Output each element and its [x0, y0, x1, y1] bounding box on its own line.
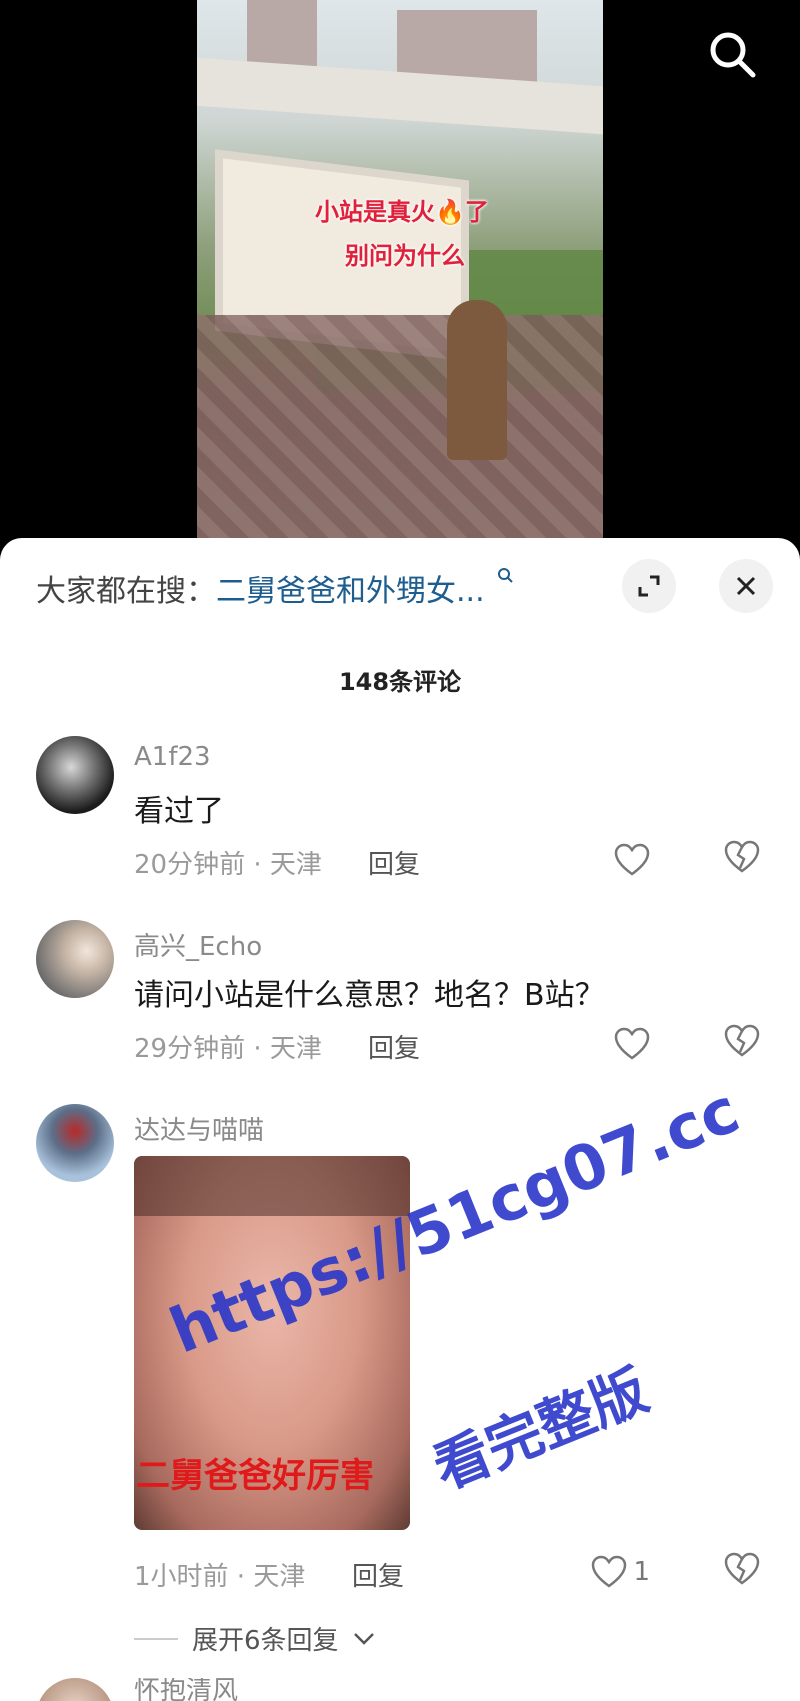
expand-fullscreen-button[interactable] — [622, 559, 676, 613]
close-button[interactable] — [719, 559, 773, 613]
comment-time-location: 29分钟前 · 天津 — [134, 1034, 322, 1064]
reply-button[interactable]: 回复 — [368, 1028, 420, 1065]
broken-heart-icon — [724, 1024, 760, 1057]
search-suggestion-keyword[interactable]: 二舅爸爸和外甥女... — [216, 574, 485, 609]
like-button[interactable]: 1 — [591, 1552, 650, 1592]
close-icon — [736, 576, 756, 596]
person — [447, 300, 507, 460]
chevron-down-icon — [353, 1632, 374, 1645]
dislike-button[interactable] — [724, 840, 760, 880]
comment-item: 达达与喵喵 二舅爸爸好厉害 1小时前 · 天津 回复 1 展开6条回复 — [0, 1104, 800, 1664]
heart-icon — [614, 1027, 650, 1060]
broken-heart-icon — [724, 1552, 760, 1585]
divider-line — [134, 1637, 178, 1640]
expand-replies-label: 展开6条回复 — [192, 1626, 339, 1656]
video-player[interactable]: 小站是真火🔥了 别问为什么 — [0, 0, 800, 545]
small-search-icon — [498, 568, 513, 583]
search-suggestion[interactable]: 大家都在搜：二舅爸爸和外甥女... — [36, 566, 516, 610]
comment-item: 高兴_Echo 请问小站是什么意思？地名？B站？ 29分钟前 · 天津 回复 — [0, 920, 800, 1080]
video-overlay-line2: 别问为什么 — [345, 242, 465, 270]
dislike-button[interactable] — [724, 1024, 760, 1064]
sidewalk — [197, 315, 603, 545]
heart-icon — [592, 1555, 627, 1588]
comment-username[interactable]: 高兴_Echo — [134, 926, 262, 963]
avatar[interactable] — [36, 920, 114, 998]
comment-text: 请问小站是什么意思？地名？B站？ — [134, 978, 605, 1013]
like-button[interactable] — [614, 840, 650, 880]
comment-item: 怀抱清风 — [0, 1678, 800, 1701]
comment-image[interactable]: 二舅爸爸好厉害 — [134, 1156, 410, 1530]
heart-icon — [614, 843, 650, 876]
comment-username[interactable]: 达达与喵喵 — [134, 1110, 264, 1147]
comment-username[interactable]: A1f23 — [134, 742, 211, 772]
comment-image-caption: 二舅爸爸好厉害 — [136, 1456, 374, 1496]
comment-username[interactable]: 怀抱清风 — [134, 1678, 238, 1701]
comment-time-location: 1小时前 · 天津 — [134, 1562, 306, 1592]
hair-shadow — [134, 1156, 410, 1216]
reply-button[interactable]: 回复 — [352, 1556, 404, 1593]
like-button[interactable] — [614, 1024, 650, 1064]
broken-heart-icon — [724, 840, 760, 873]
expand-replies-button[interactable]: 展开6条回复 — [134, 1620, 375, 1657]
video-overlay-line1: 小站是真火🔥了 — [315, 198, 489, 226]
avatar[interactable] — [36, 1678, 114, 1701]
avatar[interactable] — [36, 736, 114, 814]
comment-time-location: 20分钟前 · 天津 — [134, 850, 322, 880]
search-suggestion-prefix: 大家都在搜： — [36, 574, 216, 609]
like-count: 1 — [633, 1557, 650, 1587]
reply-button[interactable]: 回复 — [368, 844, 420, 881]
dislike-button[interactable] — [724, 1552, 760, 1592]
expand-icon — [638, 575, 660, 597]
avatar[interactable] — [36, 1104, 114, 1182]
comment-count: 148条评论 — [338, 668, 462, 696]
comment-item: A1f23 看过了 20分钟前 · 天津 回复 — [0, 736, 800, 896]
video-frame: 小站是真火🔥了 别问为什么 — [197, 0, 603, 545]
comment-text: 看过了 — [134, 794, 224, 829]
search-icon[interactable] — [706, 28, 758, 80]
